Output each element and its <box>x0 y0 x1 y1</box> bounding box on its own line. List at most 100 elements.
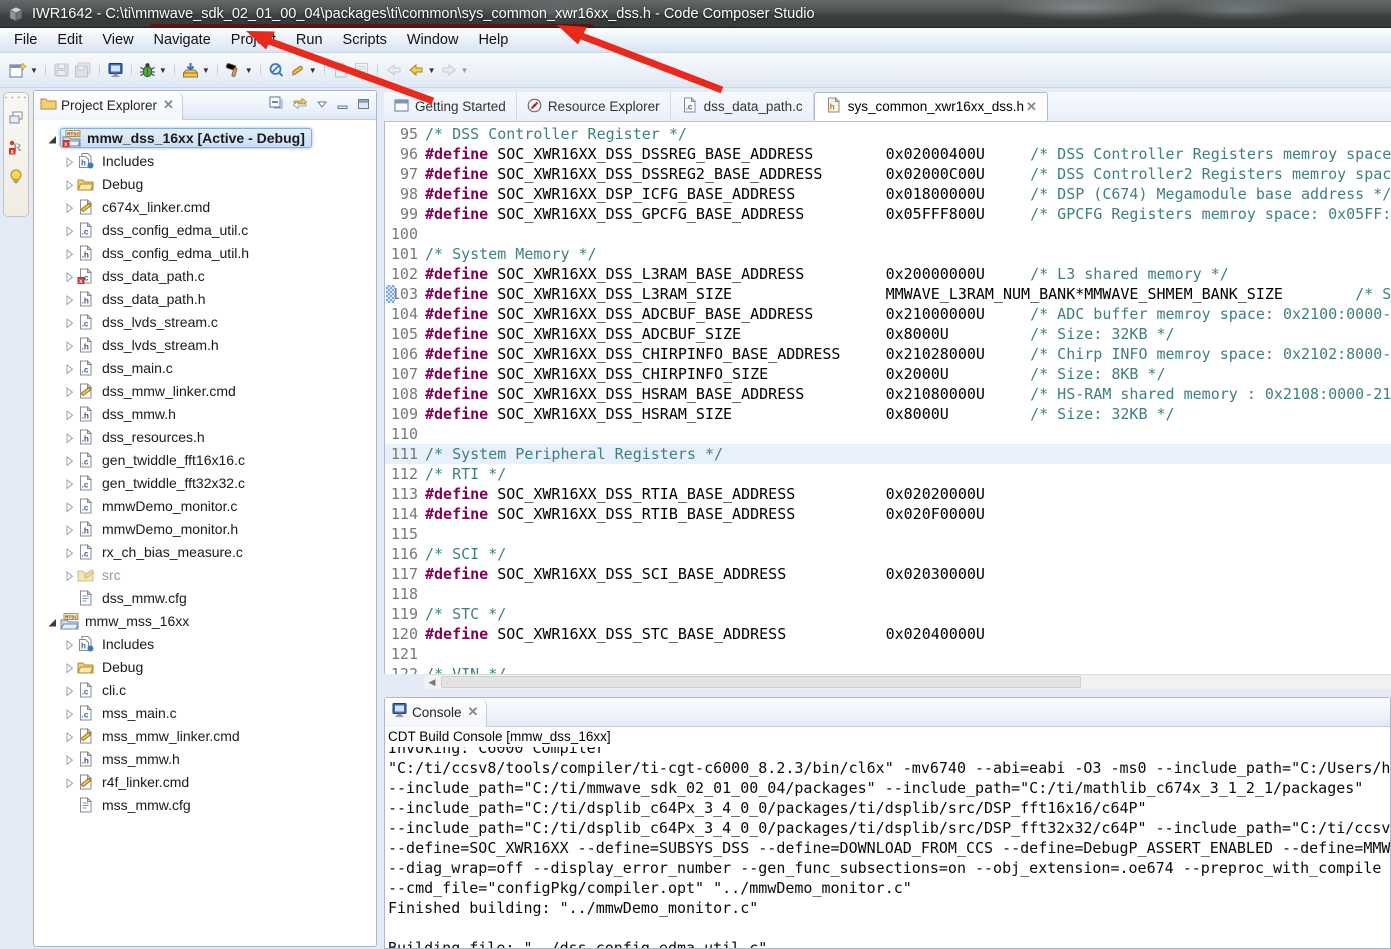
close-icon[interactable]: ✕ <box>163 97 174 113</box>
expand-arrow-icon[interactable] <box>63 753 75 766</box>
tree-item-r4f_linker.cmd[interactable]: r4f_linker.cmd <box>34 770 376 793</box>
tree-item-gen_twiddle_fft16x16.c[interactable]: .c gen_twiddle_fft16x16.c <box>34 448 376 471</box>
expand-arrow-icon[interactable] <box>63 661 75 674</box>
close-icon[interactable]: ✕ <box>1026 99 1037 115</box>
expand-arrow-icon[interactable] <box>63 201 75 214</box>
scrollbar-thumb[interactable] <box>441 676 1081 688</box>
chevron-down-icon[interactable]: ▼ <box>461 66 469 75</box>
tree-item-mss_main.c[interactable]: .c mss_main.c <box>34 701 376 724</box>
tree-item-src[interactable]: src <box>34 563 376 586</box>
menu-window[interactable]: Window <box>397 29 469 51</box>
tree-item-dss_lvds_stream.c[interactable]: .c dss_lvds_stream.c <box>34 310 376 333</box>
editor-tab-resource-explorer[interactable]: Resource Explorer <box>517 92 671 121</box>
view-menu-icon[interactable] <box>316 97 328 115</box>
chevron-down-icon[interactable]: ▼ <box>30 66 38 75</box>
expand-arrow-icon[interactable] <box>63 477 75 490</box>
tree-item-dss_config_edma_util.h[interactable]: .h dss_config_edma_util.h <box>34 241 376 264</box>
tree-item-dss_config_edma_util.c[interactable]: .c dss_config_edma_util.c <box>34 218 376 241</box>
forward-button[interactable]: ▼ <box>438 59 471 81</box>
tree-item-mmw_dss_16xx[interactable]: RTSC x mmw_dss_16xx [Active - Debug] <box>34 126 376 149</box>
tree-item-cli.c[interactable]: .c cli.c <box>34 678 376 701</box>
drag-handle[interactable]: • • • • <box>5 95 28 102</box>
flash-button[interactable]: ▼ <box>180 59 212 81</box>
expand-arrow-icon[interactable] <box>63 730 75 743</box>
tree-item-dss_resources.h[interactable]: .h dss_resources.h <box>34 425 376 448</box>
expand-arrow-icon[interactable] <box>63 454 75 467</box>
tree-item-Debug[interactable]: Debug <box>34 655 376 678</box>
code-editor[interactable]: 95/* DSS Controller Register */96 #define… <box>384 122 1391 674</box>
expand-arrow-icon[interactable] <box>63 776 75 789</box>
menu-run[interactable]: Run <box>286 29 333 51</box>
menu-navigate[interactable]: Navigate <box>144 29 221 51</box>
expand-arrow-icon[interactable] <box>63 569 75 582</box>
memory-view-button[interactable] <box>351 59 372 81</box>
expand-arrow-icon[interactable] <box>63 247 75 260</box>
console-view-button[interactable] <box>105 59 126 81</box>
tree-item-dss_data_path.h[interactable]: .h dss_data_path.h <box>34 287 376 310</box>
expand-arrow-icon[interactable] <box>63 339 75 352</box>
expand-arrow-icon[interactable] <box>63 684 75 697</box>
expand-arrow-icon[interactable] <box>63 316 75 329</box>
chevron-down-icon[interactable]: ▼ <box>309 66 317 75</box>
tree-item-Includes[interactable]: h Includes <box>34 632 376 655</box>
expand-arrow-icon[interactable] <box>63 546 75 559</box>
minimize-icon[interactable] <box>336 97 349 115</box>
collapse-arrow-icon[interactable] <box>46 615 58 627</box>
save-button[interactable] <box>51 59 72 81</box>
probe-button[interactable]: ▼ <box>287 59 319 81</box>
lightbulb-icon[interactable] <box>9 169 23 190</box>
tree-item-c674x_linker.cmd[interactable]: c674x_linker.cmd <box>34 195 376 218</box>
tree-item-dss_data_path.c[interactable]: .c x dss_data_path.c <box>34 264 376 287</box>
expand-arrow-icon[interactable] <box>63 638 75 651</box>
tree-item-dss_mmw.cfg[interactable]: dss_mmw.cfg <box>34 586 376 609</box>
expand-arrow-icon[interactable] <box>63 293 75 306</box>
editor-tab-sys_common_xwr16xx_dss.h[interactable]: h sys_common_xwr16xx_dss.h ✕ <box>813 92 1048 121</box>
expand-arrow-icon[interactable] <box>63 155 75 168</box>
menu-project[interactable]: Project <box>221 29 286 51</box>
link-editor-icon[interactable] <box>292 96 308 115</box>
expand-arrow-icon[interactable] <box>63 270 75 283</box>
expand-arrow-icon[interactable] <box>63 362 75 375</box>
expand-arrow-icon[interactable] <box>63 523 75 536</box>
save-all-button[interactable] <box>72 59 94 81</box>
menu-file[interactable]: File <box>4 29 47 51</box>
expand-arrow-icon[interactable] <box>63 707 75 720</box>
tab-console[interactable]: Console ✕ <box>385 698 488 727</box>
tree-item-mmwDemo_monitor.h[interactable]: .h mmwDemo_monitor.h <box>34 517 376 540</box>
build-button[interactable]: ▼ <box>223 59 255 81</box>
collapse-all-icon[interactable] <box>269 96 284 115</box>
editor-horizontal-scrollbar[interactable]: ◀ <box>424 674 1391 689</box>
tree-item-gen_twiddle_fft32x32.c[interactable]: .c gen_twiddle_fft32x32.c <box>34 471 376 494</box>
tree-item-mss_mmw.cfg[interactable]: mss_mmw.cfg <box>34 793 376 816</box>
expand-arrow-icon[interactable] <box>63 385 75 398</box>
expand-arrow-icon[interactable] <box>63 431 75 444</box>
tree-item-dss_mmw_linker.cmd[interactable]: dss_mmw_linker.cmd <box>34 379 376 402</box>
debug-button[interactable]: ▼ <box>137 59 169 81</box>
tree-item-mss_mmw_linker.cmd[interactable]: mss_mmw_linker.cmd <box>34 724 376 747</box>
collapse-arrow-icon[interactable] <box>46 132 58 144</box>
editor-tab-dss_data_path.c[interactable]: .c dss_data_path.c <box>671 92 814 121</box>
chevron-down-icon[interactable]: ▼ <box>245 66 253 75</box>
chevron-down-icon[interactable]: ▼ <box>202 66 210 75</box>
expand-arrow-icon[interactable] <box>63 178 75 191</box>
chevron-down-icon[interactable]: ▼ <box>428 66 436 75</box>
tree-item-mmwDemo_monitor.c[interactable]: .c mmwDemo_monitor.c <box>34 494 376 517</box>
tree-item-Includes[interactable]: h Includes <box>34 149 376 172</box>
back-button[interactable] <box>383 59 405 81</box>
tree-item-mmw_mss_16xx[interactable]: RTSC mmw_mss_16xx <box>34 609 376 632</box>
menu-scripts[interactable]: Scripts <box>333 29 397 51</box>
menu-view[interactable]: View <box>92 29 143 51</box>
expand-arrow-icon[interactable] <box>63 224 75 237</box>
close-icon[interactable]: ✕ <box>468 704 479 720</box>
tree-item-dss_mmw.h[interactable]: .h dss_mmw.h <box>34 402 376 425</box>
tree-item-mss_mmw.h[interactable]: .h mss_mmw.h <box>34 747 376 770</box>
chevron-down-icon[interactable]: ▼ <box>159 66 167 75</box>
restore-view-icon[interactable] <box>8 111 24 130</box>
tree-item-dss_main.c[interactable]: .c dss_main.c <box>34 356 376 379</box>
menu-help[interactable]: Help <box>468 29 518 51</box>
tree-item-Debug[interactable]: Debug <box>34 172 376 195</box>
new-file-button[interactable]: ▼ <box>7 59 40 82</box>
scroll-left-arrow-icon[interactable]: ◀ <box>424 675 440 690</box>
maximize-icon[interactable] <box>357 97 370 115</box>
tab-project-explorer[interactable]: Project Explorer ✕ <box>34 91 183 120</box>
